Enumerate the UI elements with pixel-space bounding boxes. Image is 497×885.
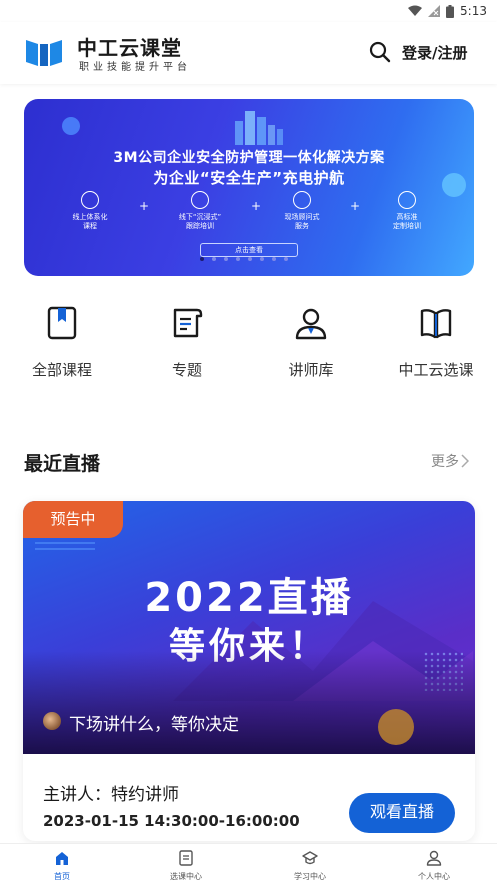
speaker-label: 主讲人：特约讲师 [43,785,179,805]
feature-icon [398,191,416,209]
tab-study-center[interactable]: 学习中心 [270,850,350,882]
carousel-dot[interactable] [260,257,264,261]
carousel-indicator [200,257,288,261]
document-icon [173,308,203,338]
decorative-circle [378,709,414,745]
bottom-tab-bar: 首页 选课中心 学习中心 个人中心 [0,843,497,885]
login-register-link[interactable]: 登录/注册 [402,42,467,63]
signal-icon [428,5,441,17]
tab-label: 学习中心 [294,872,326,881]
banner-headline: 3M公司企业安全防护管理一体化解决方案 [113,150,385,166]
banner-cta-button[interactable]: 点击查看 [200,243,298,257]
wifi-icon [408,5,423,16]
nav-label: 全部课程 [31,361,92,379]
app-header: 中工云课堂 职业技能提升平台 登录/注册 [0,22,497,84]
home-icon [56,852,68,865]
tab-label: 首页 [54,872,70,881]
nav-label: 讲师库 [288,361,334,379]
poster-title: 2022直播 [144,575,354,621]
status-badge: 预告中 [23,501,123,538]
nav-label: 专题 [171,361,202,379]
open-book-icon [420,309,452,339]
bookmark-book-icon [47,306,77,340]
more-link[interactable]: 更多 [431,451,469,471]
plus-icon: + [139,199,150,213]
nav-label: 中工云选课 [398,361,474,379]
tab-label: 个人中心 [418,872,450,881]
banner-feature: 高标准 定制培训 [367,191,447,231]
banner-feature: 现场顾问式 服务 [262,191,342,231]
search-icon[interactable] [369,41,391,63]
tab-label: 选课中心 [170,872,202,881]
live-card[interactable]: 2022直播 等你来！ 下场讲什么，等你决定 预告中 主讲人：特约讲师 2023… [23,501,475,841]
banner-subheadline: 为企业“安全生产”充电护航 [153,169,345,187]
carousel-dot[interactable] [236,257,240,261]
carousel-dot[interactable] [284,257,288,261]
carousel-dot[interactable] [200,257,204,261]
banner-feature: 线下“沉浸式” 跟踪培训 [160,191,240,231]
avatar [43,712,61,730]
status-bar: 5:13 [0,0,497,22]
nav-teachers[interactable]: 讲师库 [251,306,371,380]
battery-icon [446,4,455,18]
chevron-right-icon [461,454,469,468]
plus-icon: + [251,199,262,213]
live-poster: 2022直播 等你来！ 下场讲什么，等你决定 [23,501,475,754]
brand-subtitle: 职业技能提升平台 [79,62,191,73]
plus-icon: + [350,199,361,213]
banner-feature: 线上体系化 课程 [50,191,130,231]
tab-personal-center[interactable]: 个人中心 [394,850,474,882]
status-time: 5:13 [460,4,487,18]
banner-decoration [62,117,80,135]
more-label: 更多 [431,454,459,470]
feature-label: 高标准 定制培训 [393,213,421,230]
brand-title: 中工云课堂 [77,36,182,60]
user-icon [426,850,442,866]
carousel-dot[interactable] [212,257,216,261]
logo-icon [26,40,62,66]
carousel-dot[interactable] [248,257,252,261]
watch-live-button[interactable]: 观看直播 [349,793,455,833]
nav-all-courses[interactable]: 全部课程 [2,306,122,380]
live-caption: 下场讲什么，等你决定 [69,715,239,735]
live-time: 2023-01-15 14:30:00-16:00:00 [43,812,300,830]
feature-icon [293,191,311,209]
feature-label: 现场顾问式 服务 [284,213,320,230]
carousel-dot[interactable] [224,257,228,261]
carousel-dot[interactable] [272,257,276,261]
city-illustration-icon [235,111,283,145]
tab-course-center[interactable]: 选课中心 [146,850,226,882]
feature-icon [81,191,99,209]
feature-icon [191,191,209,209]
nav-topics[interactable]: 专题 [127,306,247,380]
section-title-recent-live: 最近直播 [24,453,101,475]
nav-course-selection[interactable]: 中工云选课 [376,306,496,380]
promo-banner[interactable]: 3M公司企业安全防护管理一体化解决方案 为企业“安全生产”充电护航 线上体系化 … [24,99,474,276]
feature-label: 线下“沉浸式” 跟踪培训 [178,213,222,230]
teacher-icon [295,308,327,340]
tab-home[interactable]: 首页 [22,850,102,882]
feature-label: 线上体系化 课程 [72,213,108,230]
course-select-icon [179,850,193,866]
graduation-cap-icon [302,851,318,865]
